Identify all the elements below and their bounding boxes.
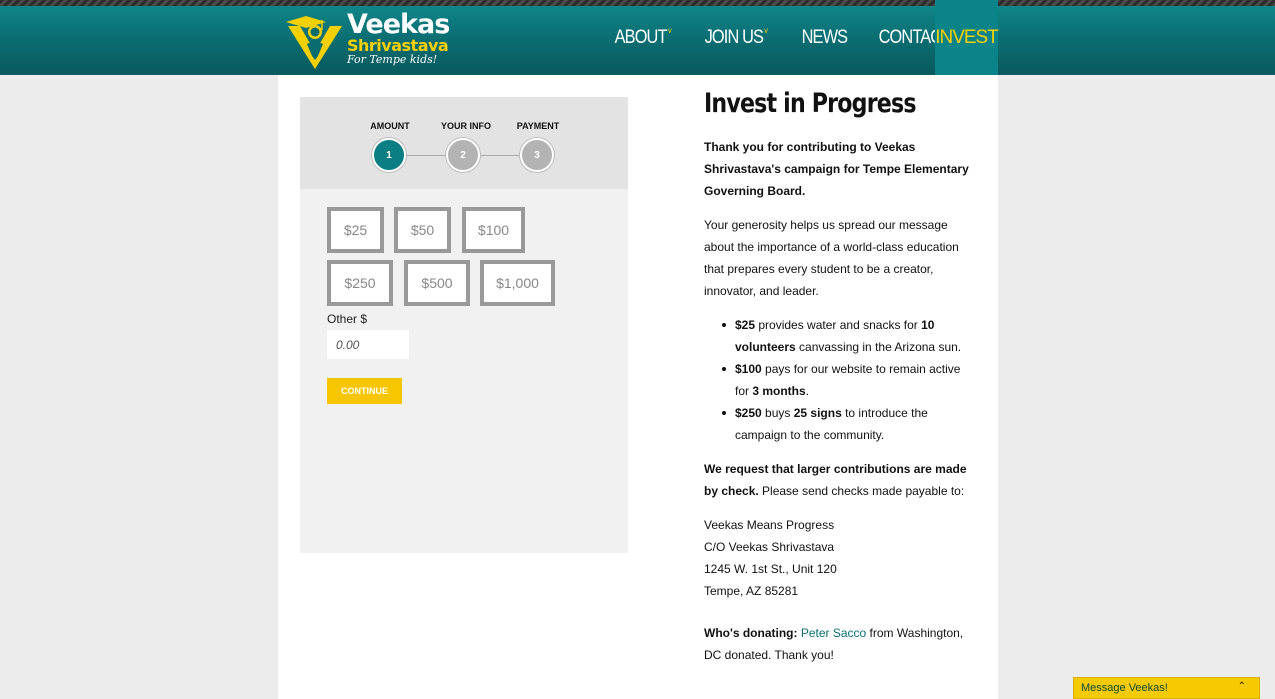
amount-option-25[interactable]: $25 bbox=[327, 207, 384, 253]
address-line: C/O Veekas Shrivastava bbox=[704, 540, 835, 554]
continue-button[interactable]: CONTINUE bbox=[327, 378, 402, 404]
step-1-circle: 1 bbox=[372, 138, 406, 172]
nav-item-invest[interactable]: INVEST bbox=[935, 0, 999, 82]
nav-item-about[interactable]: ABOUT ˅ bbox=[600, 0, 686, 75]
bullet-text: . bbox=[805, 384, 810, 398]
generosity-text: Your generosity helps us spread our mess… bbox=[704, 218, 959, 298]
nav-label: NEWS bbox=[801, 26, 848, 48]
step-label-payment: PAYMENT bbox=[516, 121, 560, 131]
other-amount-label: Other $ bbox=[327, 312, 368, 326]
check-request-text: We request that larger contributions are… bbox=[704, 458, 976, 502]
site-logo[interactable]: Veekas Shrivastava For Tempe kids! bbox=[284, 10, 454, 70]
bullet-amount: $100 bbox=[735, 362, 762, 376]
list-item: $250 buys 25 signs to introduce the camp… bbox=[720, 402, 970, 446]
amount-option-50[interactable]: $50 bbox=[394, 207, 451, 253]
amount-option-100[interactable]: $100 bbox=[462, 207, 525, 253]
nav-label: ABOUT bbox=[614, 26, 668, 48]
bullet-amount: $250 bbox=[735, 406, 762, 420]
chevron-up-icon: ⌃ bbox=[1237, 681, 1246, 692]
list-item: $25 provides water and snacks for 10 vol… bbox=[720, 314, 970, 358]
nav-item-join-us[interactable]: JOIN US ˅ bbox=[690, 0, 782, 75]
amount-option-500[interactable]: $500 bbox=[404, 260, 470, 306]
bullet-text: buys bbox=[761, 406, 794, 420]
bullet-text: canvassing in the Arizona sun. bbox=[795, 340, 962, 354]
dropdown-caret-icon: ˅ bbox=[667, 25, 672, 36]
main-nav: ABOUT˅ JOIN US˅ NEWS CONTACT˅ bbox=[600, 0, 977, 82]
step-label-your-info: YOUR INFO bbox=[440, 121, 491, 131]
donor-ticker: Who's donating: Peter Sacco from Washing… bbox=[704, 622, 976, 666]
page-title: Invest in Progress bbox=[704, 88, 917, 119]
bullet-amount: $25 bbox=[735, 318, 756, 332]
dropdown-caret-icon: ˅ bbox=[763, 25, 769, 36]
list-item: $100 pays for our website to remain acti… bbox=[720, 358, 970, 402]
intro-text: Thank you for contributing to Veekas Shr… bbox=[704, 140, 969, 198]
step-3-circle: 3 bbox=[520, 138, 554, 172]
donor-name-link[interactable]: Peter Sacco bbox=[801, 626, 866, 640]
message-chat-bar[interactable]: Message Veekas! ⌃ bbox=[1073, 677, 1260, 699]
check-request-rest: Please send checks made payable to: bbox=[758, 484, 965, 498]
logo-tagline: For Tempe kids! bbox=[347, 53, 438, 66]
address-line: 1245 W. 1st St., Unit 120 bbox=[704, 562, 837, 576]
graduate-logo-icon bbox=[286, 16, 342, 69]
nav-label: JOIN US bbox=[704, 26, 763, 48]
nav-item-news[interactable]: NEWS bbox=[787, 0, 862, 75]
bullet-text: provides water and snacks for bbox=[755, 318, 922, 332]
step-label-amount: AMOUNT bbox=[370, 121, 410, 131]
contribution-list: $25 provides water and snacks for 10 vol… bbox=[720, 314, 970, 446]
step-connector bbox=[480, 155, 520, 156]
address-line: Tempe, AZ 85281 bbox=[704, 584, 799, 598]
amount-option-1000[interactable]: $1,000 bbox=[480, 260, 555, 306]
bullet-highlight: 25 signs bbox=[793, 406, 842, 420]
step-2-circle: 2 bbox=[446, 138, 480, 172]
address-line: Veekas Means Progress bbox=[704, 518, 835, 532]
amount-option-250[interactable]: $250 bbox=[327, 260, 393, 306]
other-amount-input[interactable] bbox=[327, 330, 409, 359]
message-bar-label: Message Veekas! bbox=[1081, 682, 1168, 694]
step-connector bbox=[406, 155, 446, 156]
donor-label: Who's donating: bbox=[704, 626, 798, 640]
bullet-highlight: 3 months bbox=[752, 384, 806, 398]
mailing-address: Veekas Means Progress C/O Veekas Shrivas… bbox=[704, 514, 976, 602]
